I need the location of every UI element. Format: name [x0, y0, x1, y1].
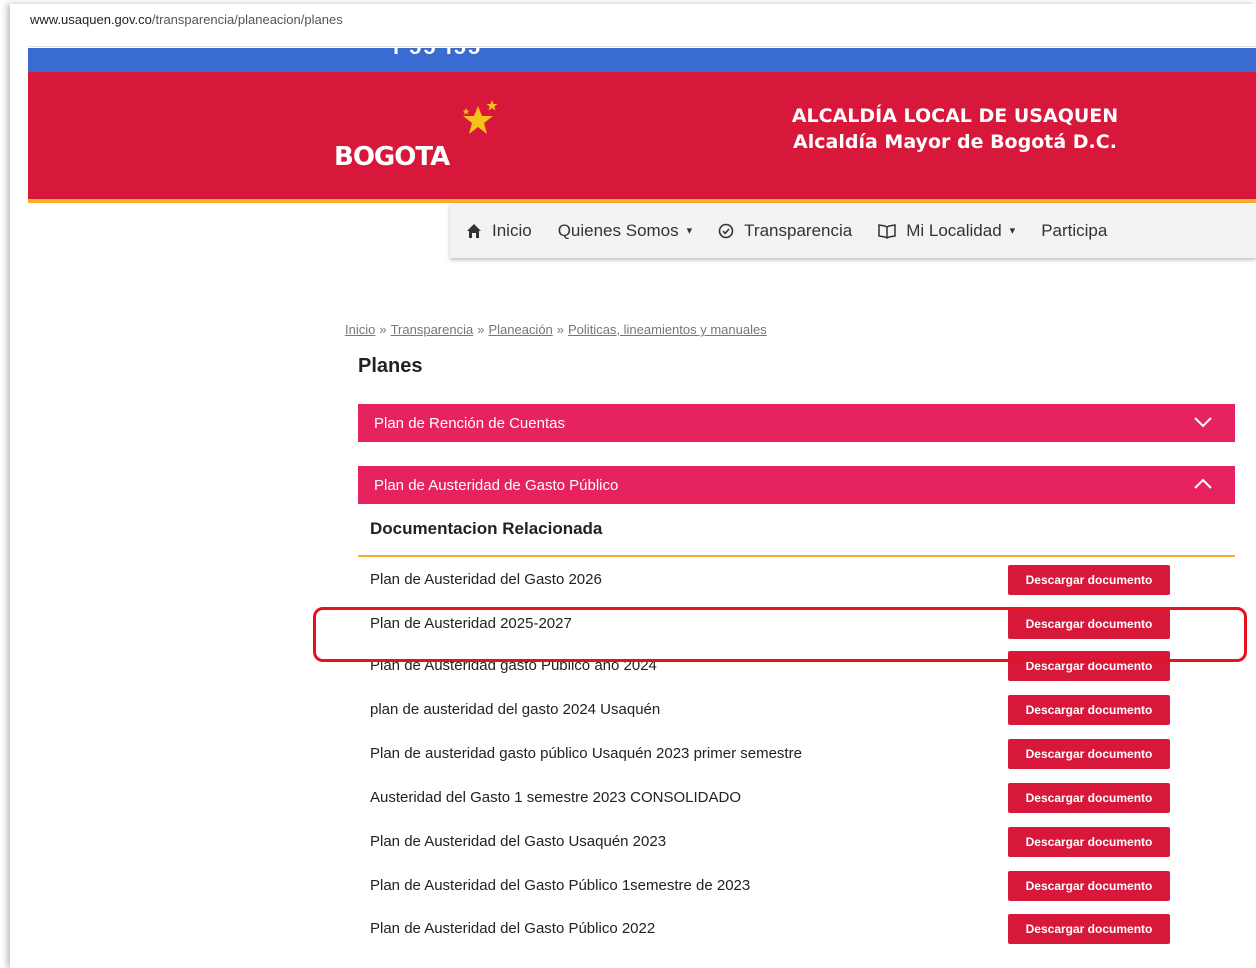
- check-circle-icon: [718, 223, 734, 238]
- document-name: Plan de Austeridad del Gasto Usaquén 202…: [370, 833, 667, 850]
- site-title-line2: Alcaldía Mayor de Bogotá D.C.: [793, 131, 1117, 153]
- home-icon: [467, 223, 481, 238]
- bogota-logo[interactable]: BOGOTA: [330, 100, 520, 180]
- breadcrumb-planeacion[interactable]: Planeación: [488, 322, 552, 337]
- nav-quienes-somos-label: Quienes Somos: [557, 220, 679, 240]
- chevron-down-icon: [1194, 417, 1212, 428]
- document-row: Plan de Austeridad del Gasto Usaquén 202…: [370, 827, 1180, 857]
- document-row: Austeridad del Gasto 1 semestre 2023 CON…: [370, 783, 1180, 813]
- breadcrumb-separator: »: [477, 322, 485, 337]
- nav-mi-localidad[interactable]: Mi Localidad ▾: [878, 221, 1015, 241]
- accordion-austeridad-gasto[interactable]: Plan de Austeridad de Gasto Público: [358, 466, 1235, 504]
- nav-transparencia[interactable]: Transparencia: [718, 221, 852, 241]
- nav-quienes-somos[interactable]: Quienes Somos ▾: [558, 221, 692, 241]
- chevron-up-icon: [1194, 478, 1212, 489]
- document-name: Austeridad del Gasto 1 semestre 2023 CON…: [370, 789, 742, 806]
- nav-mi-localidad-label: Mi Localidad: [906, 220, 1002, 240]
- main-navigation: Inicio Quienes Somos ▾ Transparencia Mi …: [450, 203, 1256, 258]
- download-button[interactable]: Descargar documento: [1008, 827, 1170, 857]
- document-name: Plan de Austeridad del Gasto 2026: [370, 571, 602, 588]
- top-blue-band: ı ɔɔ ıɔɔ: [28, 48, 1256, 72]
- breadcrumb-politicas[interactable]: Politicas, lineamientos y manuales: [568, 322, 767, 337]
- document-row: Plan de austeridad gasto público Usaquén…: [370, 739, 1180, 769]
- documents-divider: [358, 555, 1235, 557]
- nav-inicio-label: Inicio: [492, 220, 532, 240]
- caret-down-icon: ▾: [686, 225, 693, 237]
- nav-participa-label: Participa: [1041, 220, 1108, 240]
- book-icon: [878, 223, 896, 239]
- site-title-line1: ALCALDÍA LOCAL DE USAQUEN: [791, 105, 1119, 127]
- nav-transparencia-label: Transparencia: [744, 220, 853, 240]
- caret-down-icon: ▾: [1009, 225, 1016, 237]
- breadcrumb-separator: »: [556, 322, 565, 337]
- download-button[interactable]: Descargar documento: [1008, 783, 1170, 813]
- star-icon: [462, 100, 498, 134]
- logo-text: BOGOTA: [334, 142, 450, 172]
- download-button[interactable]: Descargar documento: [1008, 695, 1170, 725]
- accordion-label: Plan de Austeridad de Gasto Público: [374, 476, 619, 494]
- document-name: Plan de austeridad gasto público Usaquén…: [370, 745, 802, 762]
- download-button[interactable]: Descargar documento: [1008, 565, 1170, 595]
- documents-heading: Documentacion Relacionada: [370, 519, 603, 538]
- highlight-annotation: [313, 607, 1247, 662]
- document-name: Plan de Austeridad del Gasto Público 1se…: [370, 877, 751, 894]
- breadcrumb: Inicio» Transparencia» Planeación» Politica…: [345, 322, 767, 337]
- accordion-label: Plan de Rención de Cuentas: [374, 414, 565, 432]
- nav-inicio[interactable]: Inicio: [466, 221, 532, 241]
- document-row: Plan de Austeridad del Gasto Público 1se…: [370, 871, 1180, 901]
- document-name: plan de austeridad del gasto 2024 Usaqué…: [370, 701, 661, 718]
- breadcrumb-separator: »: [379, 322, 387, 337]
- document-row: Plan de Austeridad del Gasto Público 202…: [370, 914, 1180, 944]
- url-divider: [28, 46, 1256, 47]
- accordion-rendicion-cuentas[interactable]: Plan de Rención de Cuentas: [358, 404, 1235, 442]
- page-title: Planes: [358, 355, 423, 377]
- download-button[interactable]: Descargar documento: [1008, 914, 1170, 944]
- document-name: Plan de Austeridad del Gasto Público 202…: [370, 920, 656, 937]
- url-host: www.usaquen.gov.co: [30, 12, 152, 27]
- partial-top-text: ı ɔɔ ıɔɔ: [393, 48, 482, 60]
- url-path: /transparencia/planeacion/planes: [151, 12, 343, 27]
- site-title: ALCALDÍA LOCAL DE USAQUEN Alcaldía Mayor…: [735, 103, 1175, 155]
- download-button[interactable]: Descargar documento: [1008, 739, 1170, 769]
- nav-participa[interactable]: Participa: [1041, 221, 1107, 241]
- breadcrumb-transparencia[interactable]: Transparencia: [391, 322, 474, 337]
- breadcrumb-inicio[interactable]: Inicio: [345, 322, 375, 337]
- url-bar[interactable]: www.usaquen.gov.co/transparencia/planeac…: [30, 12, 343, 32]
- document-row: Plan de Austeridad del Gasto 2026 Descar…: [370, 565, 1180, 595]
- download-button[interactable]: Descargar documento: [1008, 871, 1170, 901]
- document-row: plan de austeridad del gasto 2024 Usaqué…: [370, 695, 1180, 725]
